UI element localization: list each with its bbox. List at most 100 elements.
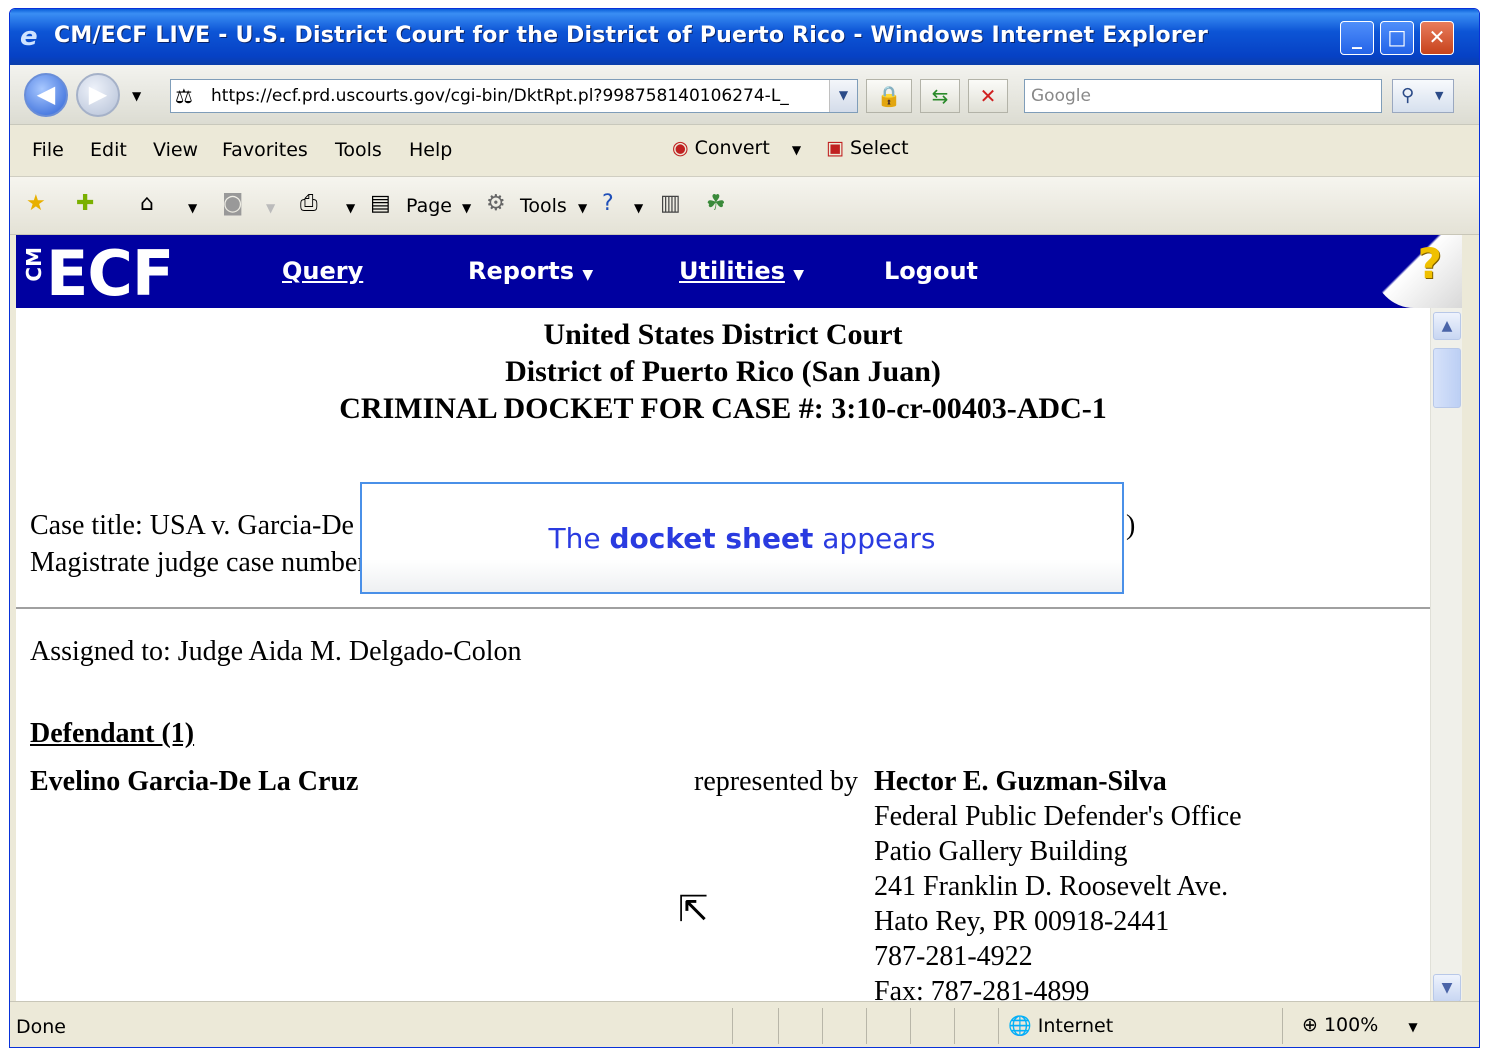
assigned-judge: Assigned to: Judge Aida M. Delgado-Colon <box>30 636 522 667</box>
attorney-street: 241 Franklin D. Roosevelt Ave. <box>874 871 1229 902</box>
menu-file[interactable]: File <box>32 139 64 161</box>
nav-reports[interactable]: Reports ▼ <box>468 257 593 285</box>
reports-dropdown-icon: ▼ <box>582 267 594 283</box>
tools-gear-icon[interactable]: ⚙ <box>486 191 506 216</box>
vertical-scrollbar[interactable]: ▲ ▼ <box>1430 308 1462 1002</box>
print-dropdown-icon[interactable]: ▼ <box>346 201 355 215</box>
menu-edit[interactable]: Edit <box>90 139 127 161</box>
print-icon[interactable]: ⎙ <box>300 191 318 216</box>
address-bar[interactable]: ⚖ https://ecf.prd.uscourts.gov/cgi-bin/D… <box>170 79 858 113</box>
address-dropdown-icon[interactable]: ▼ <box>829 80 857 112</box>
attorney-city: Hato Rey, PR 00918-2441 <box>874 906 1170 937</box>
command-bar: ★ ✚ ⌂ ▼ ◙ ▼ ⎙ ▼ ▤ Page ▼ ⚙ Tools ▼ ? ▼ ▥… <box>10 177 1479 235</box>
menu-tools[interactable]: Tools <box>335 139 382 161</box>
attorney-building: Patio Gallery Building <box>874 836 1128 867</box>
convert-dropdown-icon[interactable]: ▼ <box>792 143 801 157</box>
page-icon[interactable]: ▤ <box>370 191 391 216</box>
select-button[interactable]: ▣ Select <box>826 137 909 159</box>
add-favorites-icon[interactable]: ✚ <box>76 191 94 216</box>
attorney-fax: Fax: 787-281-4899 <box>874 976 1090 1001</box>
status-separator <box>866 1008 867 1044</box>
case-title: Case title: USA v. Garcia-De <box>30 510 354 541</box>
scroll-up-icon[interactable]: ▲ <box>1433 312 1461 340</box>
research-icon[interactable]: ▥ <box>660 191 681 216</box>
convert-button[interactable]: ◉ Convert ▼ <box>672 137 801 159</box>
feeds-dropdown-icon[interactable]: ▼ <box>266 201 275 215</box>
favorites-star-icon[interactable]: ★ <box>26 191 46 216</box>
search-button[interactable]: ⚲ ▼ <box>1392 79 1454 113</box>
search-options-dropdown-icon[interactable]: ▼ <box>1435 80 1443 112</box>
court-favicon-icon: ⚖ <box>175 84 193 108</box>
nav-utilities-label: Utilities <box>679 257 785 285</box>
callout-prefix: The <box>548 522 610 555</box>
magistrate-case-number: Magistrate judge case number <box>30 547 367 578</box>
zoom-dropdown-icon[interactable]: ▼ <box>1408 1020 1417 1034</box>
status-bar: Done 🌐 Internet ⊕ 100% ▼ <box>10 1001 1479 1047</box>
page-dropdown-icon[interactable]: ▼ <box>462 201 471 215</box>
help-icon[interactable]: ? <box>602 191 614 216</box>
globe-icon: 🌐 <box>1008 1015 1032 1037</box>
defendant-name: Evelino Garcia-De La Cruz <box>30 766 359 797</box>
menu-view[interactable]: View <box>153 139 198 161</box>
search-placeholder: Google <box>1031 86 1091 106</box>
callout-suffix: appears <box>813 522 936 555</box>
help-dropdown-icon[interactable]: ▼ <box>634 201 643 215</box>
nav-logout[interactable]: Logout <box>884 257 978 285</box>
search-input[interactable]: Google <box>1024 79 1382 113</box>
nav-query-label: Query <box>282 257 364 285</box>
address-toolbar: ◀ ▶ ▼ ⚖ https://ecf.prd.uscourts.gov/cgi… <box>10 65 1479 125</box>
close-button[interactable]: ✕ <box>1420 21 1454 55</box>
select-label: Select <box>850 137 909 159</box>
convert-pdf-icon: ◉ <box>672 137 689 159</box>
refresh-icon[interactable]: ⇆ <box>920 79 960 113</box>
recent-pages-dropdown-icon[interactable]: ▼ <box>132 89 141 103</box>
divider <box>16 607 1430 609</box>
court-name: United States District Court <box>543 318 903 351</box>
case-heading: CRIMINAL DOCKET FOR CASE #: 3:10-cr-0040… <box>339 392 1107 425</box>
docket-content: United States District Court District of… <box>16 308 1430 1001</box>
tools-dropdown-icon[interactable]: ▼ <box>578 201 587 215</box>
select-pdf-icon: ▣ <box>826 137 844 159</box>
tools-menu[interactable]: Tools <box>520 195 567 217</box>
messenger-icon[interactable]: ☘ <box>706 191 726 216</box>
attorney-name: Hector E. Guzman-Silva <box>874 766 1167 797</box>
status-separator <box>732 1008 733 1044</box>
zoom-control[interactable]: ⊕ 100% ▼ <box>1302 1014 1418 1036</box>
zoom-level: 100% <box>1323 1014 1379 1036</box>
status-separator <box>778 1008 779 1044</box>
minimize-button[interactable]: _ <box>1340 21 1374 55</box>
menu-favorites[interactable]: Favorites <box>222 139 308 161</box>
represented-by-label: represented by <box>694 766 859 797</box>
status-text: Done <box>16 1016 66 1038</box>
nav-query[interactable]: Query <box>282 257 363 285</box>
scroll-down-icon[interactable]: ▼ <box>1433 974 1461 1002</box>
case-title-tail: ) <box>1126 510 1136 541</box>
menu-bar: File Edit View Favorites Tools Help ◉ Co… <box>10 125 1479 177</box>
home-icon[interactable]: ⌂ <box>140 191 154 216</box>
help-question-icon[interactable]: ? <box>1418 239 1442 288</box>
menu-help[interactable]: Help <box>409 139 452 161</box>
status-separator <box>998 1008 999 1044</box>
utilities-dropdown-icon: ▼ <box>793 267 805 283</box>
scroll-thumb[interactable] <box>1433 348 1461 408</box>
home-dropdown-icon[interactable]: ▼ <box>188 201 197 215</box>
browser-window: e CM/ECF LIVE - U.S. District Court for … <box>9 8 1480 1048</box>
security-zone[interactable]: 🌐 Internet <box>1008 1014 1113 1037</box>
zoom-icon: ⊕ <box>1302 1014 1318 1036</box>
forward-button[interactable]: ▶ <box>76 73 120 117</box>
callout-text: The docket sheet appears <box>362 522 1122 555</box>
tutorial-callout: The docket sheet appears <box>360 482 1124 594</box>
maximize-button[interactable]: □ <box>1380 21 1414 55</box>
url-text[interactable]: https://ecf.prd.uscourts.gov/cgi-bin/Dkt… <box>211 86 791 106</box>
stop-icon[interactable]: ✕ <box>968 79 1008 113</box>
page-menu[interactable]: Page <box>406 195 452 217</box>
status-separator <box>822 1008 823 1044</box>
title-bar[interactable]: e CM/ECF LIVE - U.S. District Court for … <box>10 9 1479 65</box>
nav-utilities[interactable]: Utilities ▼ <box>679 257 804 285</box>
back-button[interactable]: ◀ <box>24 73 68 117</box>
feeds-icon[interactable]: ◙ <box>222 191 243 216</box>
lock-icon[interactable]: 🔒 <box>866 79 912 113</box>
status-separator <box>910 1008 911 1044</box>
ecf-nav-bar: CM ECF Query Reports ▼ Utilities ▼ Logou… <box>16 235 1462 310</box>
convert-label: Convert <box>694 137 770 159</box>
